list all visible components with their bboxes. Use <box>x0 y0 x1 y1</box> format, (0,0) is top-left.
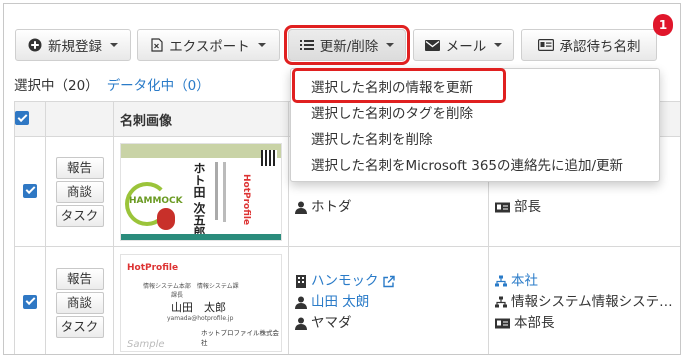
new-register-button[interactable]: 新規登録 <box>15 29 131 61</box>
building-icon <box>296 275 306 288</box>
card-role-text: 課長 <box>171 291 184 299</box>
card-brand-text: HotProfile <box>241 173 251 225</box>
card-top-stripe <box>121 143 281 158</box>
id-card-icon <box>495 202 510 213</box>
card-bottom-stripe <box>121 233 281 240</box>
dept2-line: 情報システム情報システ… <box>495 292 680 313</box>
row-checkbox[interactable] <box>23 183 37 198</box>
row-actions: 報告 商談 タスク <box>45 136 114 247</box>
person-line: 山田 太朗 <box>295 292 488 313</box>
business-card-image[interactable]: HotProfile 情報システム本部 情報システム課 課長 山田 太郎 yam… <box>120 253 282 352</box>
external-link-icon[interactable] <box>382 275 395 288</box>
mail-label: メール <box>445 39 487 55</box>
select-all-cell[interactable] <box>14 101 46 137</box>
menu-item-delete-tags[interactable]: 選択した名刺のタグを削除 <box>311 102 473 122</box>
menu-item-delete-cards[interactable]: 選択した名刺を削除 <box>311 128 433 148</box>
list-icon <box>299 40 314 50</box>
card-person-name: 山田 太郎 <box>171 300 226 314</box>
business-card-image[interactable]: HAMMOCK ホト田 次五郎 HotProfile <box>120 142 282 241</box>
company-line: ハンモック <box>295 271 488 292</box>
deal-button[interactable]: 商談 <box>55 180 104 203</box>
update-delete-menu: 選択した名刺の情報を更新 選択した名刺のタグを削除 選択した名刺を削除 選択した… <box>290 68 660 182</box>
contact-cell: ハンモック 山田 太朗 ヤマダ <box>288 246 489 354</box>
job-title: 部長 <box>514 199 541 215</box>
deal-button[interactable]: 商談 <box>55 291 104 314</box>
card-email-text: yamada@hotprofile.jp <box>167 314 234 322</box>
select-all-checkbox[interactable] <box>15 111 29 126</box>
row-select-cell[interactable] <box>14 246 46 354</box>
person-icon <box>295 317 307 330</box>
card-text-line <box>223 161 226 222</box>
job-title: 本部長 <box>514 315 555 331</box>
business-card-icon <box>537 39 554 51</box>
org-cell: 本社 情報システム情報システ… 本部長 <box>488 246 680 354</box>
task-button[interactable]: タスク <box>55 204 104 227</box>
task-button[interactable]: タスク <box>55 315 104 338</box>
company-link[interactable]: ハンモック <box>311 271 379 292</box>
menu-item-sync-m365[interactable]: 選択した名刺をMicrosoft 365の連絡先に追加/更新 <box>311 154 623 174</box>
pending-cards-button[interactable]: 承認待ち名刺 <box>521 29 657 61</box>
person-link[interactable]: 山田 太朗 <box>311 292 369 313</box>
pending-count-badge: 1 <box>653 14 673 36</box>
org-chart-icon <box>495 296 507 308</box>
export-button[interactable]: エクスポート <box>137 29 280 61</box>
card-text-line <box>215 161 218 220</box>
pending-cards-label: 承認待ち名刺 <box>559 39 641 55</box>
chevron-down-icon <box>257 43 266 47</box>
owner-line: ヤマダ <box>295 313 488 334</box>
chevron-down-icon <box>494 43 503 47</box>
card-image-cell: HAMMOCK ホト田 次五郎 HotProfile <box>113 136 289 247</box>
id-card-icon <box>495 318 510 329</box>
dept2-text: 情報システム情報システ… <box>511 294 673 310</box>
row-actions: 報告 商談 タスク <box>45 246 114 354</box>
card-image-cell: HotProfile 情報システム本部 情報システム課 課長 山田 太郎 yam… <box>113 246 289 354</box>
digitizing-link[interactable]: データ化中（0） <box>107 74 210 94</box>
menu-item-update-info[interactable]: 選択した名刺の情報を更新 <box>311 76 473 96</box>
app-frame: 新規登録 エクスポート 更新/削除 メール 承認待ち名刺 1 選択中（20） デ… <box>3 3 681 355</box>
chevron-down-icon <box>110 43 118 47</box>
table-row: 報告 商談 タスク HotProfile 情報システム本部 情報システム課 課長… <box>14 246 680 354</box>
owner-name: ホトダ <box>311 199 352 215</box>
export-file-icon <box>151 38 163 52</box>
update-delete-button[interactable]: 更新/削除 <box>284 25 410 65</box>
card-brand-text: HotProfile <box>127 262 179 273</box>
report-button[interactable]: 報告 <box>55 267 104 290</box>
actions-header <box>45 101 114 137</box>
card-image-header: 名刺画像 <box>113 101 289 137</box>
card-company-text: ホットプロファイル株式会社 <box>201 328 279 347</box>
new-register-label: 新規登録 <box>48 39 102 55</box>
export-label: エクスポート <box>169 39 250 55</box>
chevron-down-icon <box>386 43 395 47</box>
envelope-icon <box>424 39 440 51</box>
selected-count: 選択中（20） <box>14 78 99 94</box>
mail-button[interactable]: メール <box>413 29 514 61</box>
card-watermark: Sample <box>127 338 165 350</box>
update-delete-label: 更新/削除 <box>319 39 379 55</box>
title-line: 部長 <box>495 197 680 218</box>
person-icon <box>295 296 307 309</box>
card-company-text: HAMMOCK <box>129 195 183 206</box>
selection-bar: 選択中（20） データ化中（0） <box>14 74 210 94</box>
report-button[interactable]: 報告 <box>55 156 104 179</box>
owner-line: ホトダ <box>295 197 488 218</box>
row-select-cell[interactable] <box>14 136 46 247</box>
org-chart-icon <box>495 275 507 287</box>
person-icon <box>295 201 307 214</box>
row-checkbox[interactable] <box>23 294 37 309</box>
title-line: 本部長 <box>495 313 680 334</box>
card-dept-text: 情報システム本部 情報システム課 <box>143 282 239 290</box>
dept1-link[interactable]: 本社 <box>511 271 538 292</box>
card-person-name: ホト田 次五郎 <box>192 161 206 238</box>
plus-circle-icon <box>28 38 42 52</box>
owner-name: ヤマダ <box>311 315 352 331</box>
dept1-line: 本社 <box>495 271 680 292</box>
qr-code-icon <box>261 149 277 166</box>
mascot-icon <box>157 207 175 230</box>
